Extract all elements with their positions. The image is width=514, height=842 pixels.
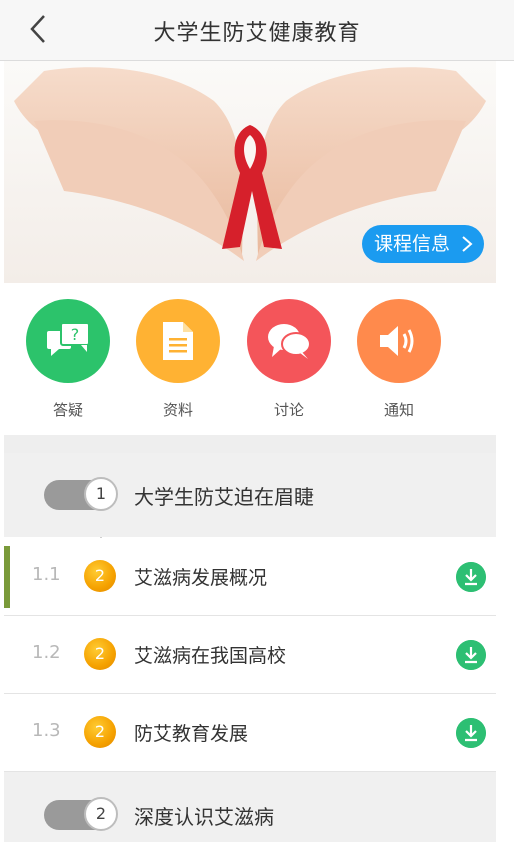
discussion-label: 讨论: [273, 401, 304, 419]
discussion-circle: [247, 299, 331, 383]
qa-label: 答疑: [52, 401, 83, 419]
chapter-row[interactable]: 1 大学生防艾迫在眉睫: [4, 453, 496, 537]
svg-text:?: ?: [71, 325, 80, 344]
lesson-number: 1.1: [32, 564, 61, 585]
notice-circle: [357, 299, 441, 383]
document-icon: [163, 322, 193, 360]
lesson-number: 1.3: [32, 720, 61, 741]
materials-label: 资料: [162, 401, 193, 419]
qa-icon: ?: [47, 322, 90, 356]
lesson-row[interactable]: 1.3 2 防艾教育发展: [4, 694, 496, 772]
materials-circle: [136, 299, 220, 383]
chapter-title: 大学生防艾迫在眉睫: [134, 485, 314, 509]
chapter-number: 1: [84, 477, 118, 511]
action-row: ? 答疑 资料 讨论 通知: [4, 283, 496, 435]
chat-icon: [268, 324, 311, 359]
qa-circle: ?: [26, 299, 110, 383]
course-info-button[interactable]: 课程信息: [361, 225, 484, 263]
lesson-title: 防艾教育发展: [134, 723, 249, 745]
chapter-number: 2: [84, 797, 118, 831]
lesson-badge: 2: [84, 638, 116, 670]
lesson-row[interactable]: 1.1 2 艾滋病发展概况: [4, 538, 496, 616]
page-title: 大学生防艾健康教育: [153, 21, 361, 46]
course-info-label: 课程信息: [373, 233, 450, 255]
chapter-row[interactable]: 2 深度认识艾滋病: [4, 772, 496, 842]
lesson-badge: 2: [84, 560, 116, 592]
download-icon[interactable]: [456, 562, 486, 592]
section-divider: [4, 435, 496, 453]
lesson-title: 艾滋病在我国高校: [134, 645, 287, 667]
course-banner: 课程信息: [4, 61, 496, 283]
active-lesson-indicator: [4, 546, 10, 608]
qa-button[interactable]: ? 答疑: [26, 299, 110, 420]
lesson-badge: 2: [84, 716, 116, 748]
download-icon[interactable]: [456, 718, 486, 748]
chapter-title: 深度认识艾滋病: [134, 805, 274, 829]
notice-button[interactable]: 通知: [357, 299, 441, 420]
chevron-right-icon: [462, 236, 473, 252]
notice-label: 通知: [383, 401, 414, 419]
materials-button[interactable]: 资料: [136, 299, 220, 420]
lesson-row[interactable]: 1.2 2 艾滋病在我国高校: [4, 616, 496, 694]
lesson-number: 1.2: [32, 642, 61, 663]
lesson-title: 艾滋病发展概况: [134, 567, 268, 589]
speaker-icon: [380, 326, 414, 356]
download-icon[interactable]: [456, 640, 486, 670]
top-bar: 大学生防艾健康教育: [0, 0, 514, 61]
discussion-button[interactable]: 讨论: [247, 299, 331, 420]
